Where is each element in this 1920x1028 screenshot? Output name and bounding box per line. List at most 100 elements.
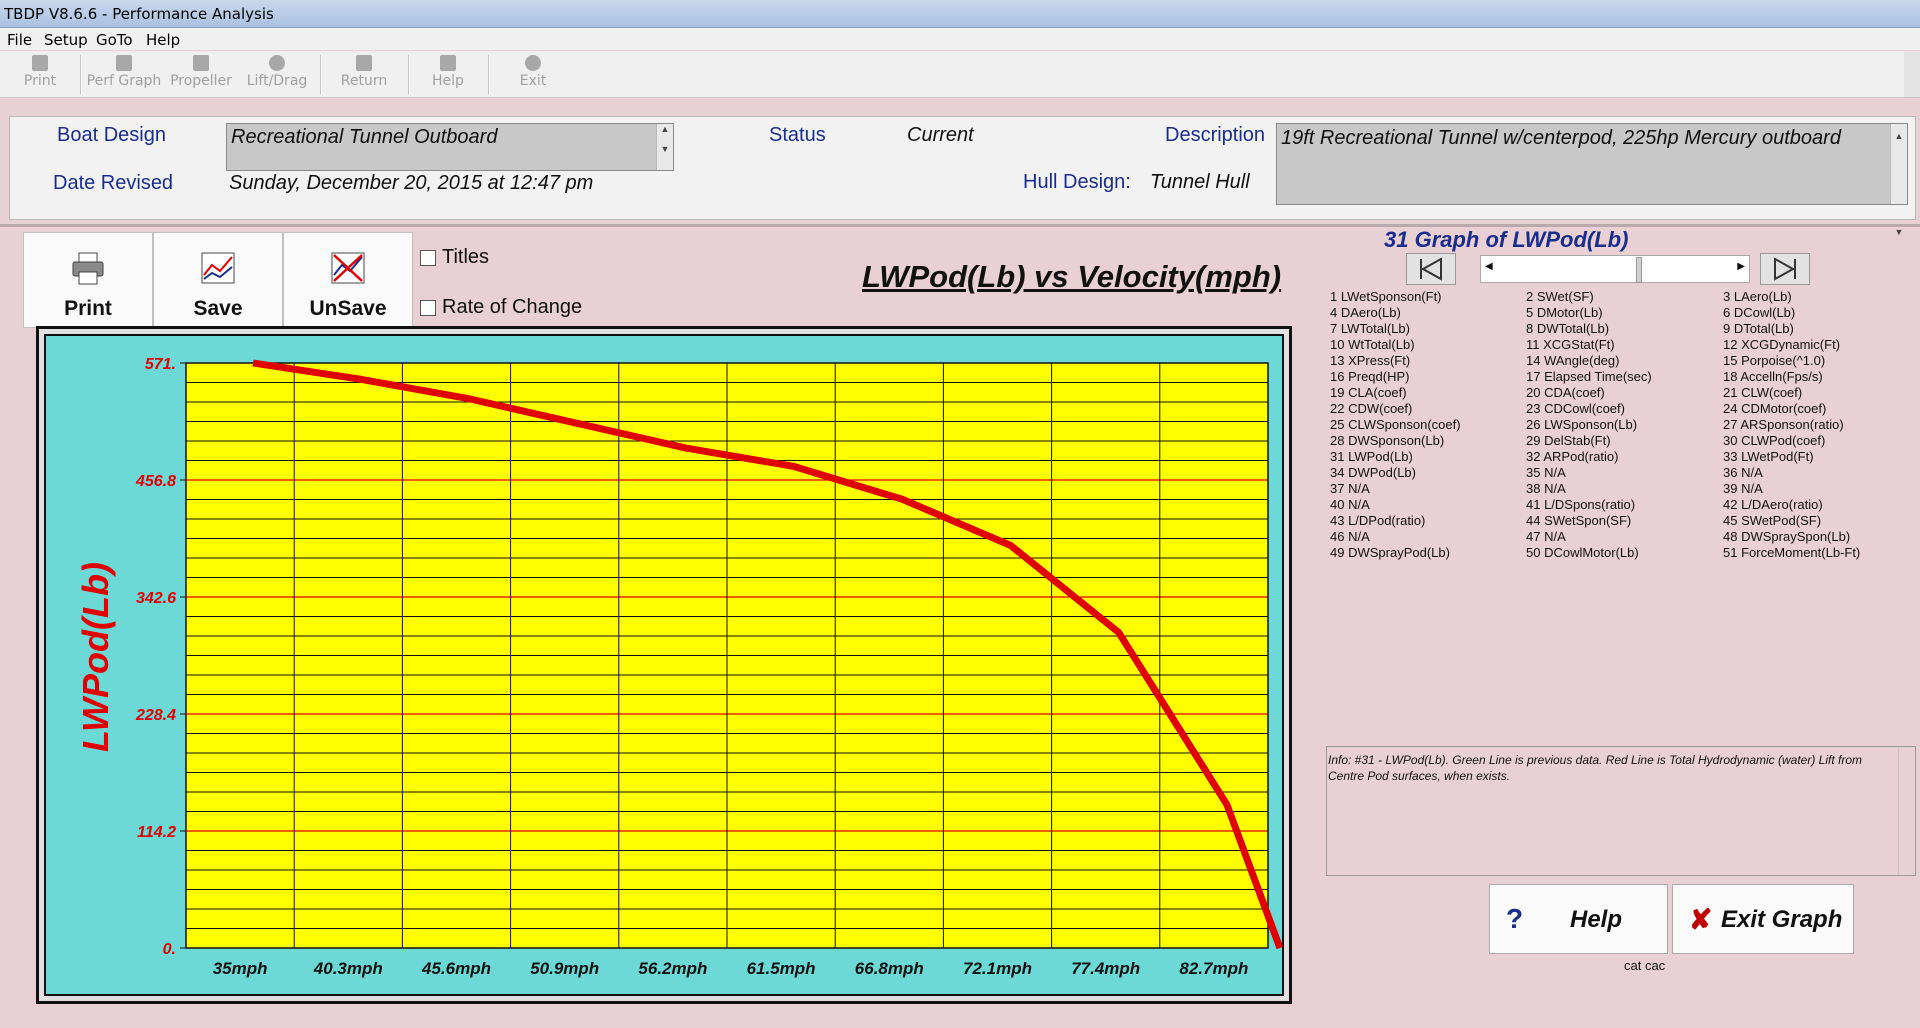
- toolbar-liftdrag-label: Lift/Drag: [246, 73, 308, 89]
- save-chart-icon: [201, 252, 235, 284]
- toolbar-exit-label: Exit: [519, 73, 547, 89]
- graph-list-item[interactable]: 30 CLWPod(coef): [1723, 433, 1825, 448]
- graph-list-item[interactable]: 8 DWTotal(Lb): [1526, 321, 1609, 336]
- graph-list-item[interactable]: 16 Preqd(HP): [1330, 369, 1409, 384]
- window-scrollbar[interactable]: [1904, 51, 1920, 97]
- graph-list-item[interactable]: 24 CDMotor(coef): [1723, 401, 1826, 416]
- graph-list-item[interactable]: 42 L/DAero(ratio): [1723, 497, 1823, 512]
- graph-list-item[interactable]: 7 LWTotal(Lb): [1330, 321, 1410, 336]
- titles-checkbox[interactable]: [420, 250, 436, 266]
- graph-list-item[interactable]: 45 SWetPod(SF): [1723, 513, 1821, 528]
- graph-list-item[interactable]: 40 N/A: [1330, 497, 1370, 512]
- graph-save-label: Save: [193, 297, 243, 320]
- exit-icon: [525, 55, 541, 71]
- toolbar-exit-button[interactable]: Exit: [508, 53, 558, 95]
- graph-list-item[interactable]: 28 DWSponson(Lb): [1330, 433, 1444, 448]
- graph-list-item[interactable]: 38 N/A: [1526, 481, 1566, 496]
- graph-list-item[interactable]: 11 XCGStat(Ft): [1526, 337, 1615, 352]
- hull-design-label: Hull Design:: [1023, 171, 1131, 193]
- graph-list-item[interactable]: 25 CLWSponson(coef): [1330, 417, 1461, 432]
- chart-frame: 571. 456.8 342.6 228.4 114.2 0. 35mph 40.3mph 4…: [36, 326, 1292, 1004]
- menu-file[interactable]: File: [7, 31, 32, 49]
- toolbar-print-button[interactable]: Print: [18, 53, 62, 95]
- window-title: TBDP V8.6.6 - Performance Analysis: [4, 5, 274, 23]
- slider-right-arrow[interactable]: ▶: [1737, 261, 1745, 272]
- graph-list-item[interactable]: 21 CLW(coef): [1723, 385, 1802, 400]
- graph-list-item[interactable]: 37 N/A: [1330, 481, 1370, 496]
- menu-goto[interactable]: GoTo: [96, 31, 133, 49]
- graph-list-item[interactable]: 46 N/A: [1330, 529, 1370, 544]
- graph-list-item[interactable]: 34 DWPod(Lb): [1330, 465, 1416, 480]
- toolbar-separator: [488, 55, 490, 95]
- graph-slider[interactable]: ◀ ▶: [1480, 255, 1750, 283]
- graph-list-item[interactable]: 48 DWSpraySpon(Lb): [1723, 529, 1850, 544]
- graph-unsave-label: UnSave: [309, 297, 387, 320]
- graph-list-item[interactable]: 39 N/A: [1723, 481, 1763, 496]
- graph-print-button[interactable]: Print: [23, 232, 153, 328]
- menu-help[interactable]: Help: [146, 31, 180, 49]
- graph-list-item[interactable]: 29 DelStab(Ft): [1526, 433, 1611, 448]
- toolbar-perf-graph-button[interactable]: Perf Graph: [86, 53, 162, 95]
- toolbar-return-label: Return: [340, 73, 388, 89]
- graph-list-item[interactable]: 12 XCGDynamic(Ft): [1723, 337, 1840, 352]
- graph-list-item[interactable]: 36 N/A: [1723, 465, 1763, 480]
- graph-list-item[interactable]: 43 L/DPod(ratio): [1330, 513, 1425, 528]
- graph-list-item[interactable]: 23 CDCowl(coef): [1526, 401, 1625, 416]
- graph-list-item[interactable]: 44 SWetSpon(SF): [1526, 513, 1631, 528]
- toolbar-return-button[interactable]: Return: [336, 53, 392, 95]
- graph-list-item[interactable]: 32 ARPod(ratio): [1526, 449, 1619, 464]
- graph-list-item[interactable]: 19 CLA(coef): [1330, 385, 1407, 400]
- description-field[interactable]: 19ft Recreational Tunnel w/centerpod, 22…: [1276, 123, 1908, 237]
- graph-list-item[interactable]: 31 LWPod(Lb): [1330, 449, 1413, 464]
- boat-design-value: Recreational Tunnel Outboard: [231, 126, 498, 148]
- boat-design-scrollbar[interactable]: ▲ ▼: [656, 124, 673, 170]
- graph-list-item[interactable]: 2 SWet(SF): [1526, 289, 1594, 304]
- graph-save-button[interactable]: Save: [153, 232, 283, 328]
- toolbar-help-button[interactable]: Help: [424, 53, 472, 95]
- last-icon: [1774, 257, 1796, 281]
- toolbar-propeller-label: Propeller: [170, 73, 232, 89]
- toolbar-liftdrag-button[interactable]: Lift/Drag: [244, 53, 310, 95]
- graph-list-item[interactable]: 50 DCowlMotor(Lb): [1526, 545, 1639, 560]
- graph-unsave-button[interactable]: UnSave: [283, 232, 413, 328]
- graph-list-item[interactable]: 18 Accelln(Fps/s): [1723, 369, 1823, 384]
- graph-list-item[interactable]: 49 DWSprayPod(Lb): [1330, 545, 1450, 560]
- graph-list-item[interactable]: 15 Porpoise(^1.0): [1723, 353, 1825, 368]
- slider-thumb[interactable]: [1636, 257, 1642, 283]
- graph-list-item[interactable]: 17 Elapsed Time(sec): [1526, 369, 1652, 384]
- graph-list-item[interactable]: 9 DTotal(Lb): [1723, 321, 1794, 336]
- graph-list-item[interactable]: 51 ForceMoment(Lb-Ft): [1723, 545, 1860, 560]
- toolbar-propeller-button[interactable]: Propeller: [168, 53, 234, 95]
- y-tick-label: 456.8: [135, 473, 176, 490]
- y-tick-label: 228.4: [135, 707, 176, 724]
- graph-list-item[interactable]: 5 DMotor(Lb): [1526, 305, 1603, 320]
- last-graph-button[interactable]: [1760, 253, 1810, 285]
- info-scrollbar[interactable]: [1898, 747, 1915, 875]
- graph-list-item[interactable]: 1 LWetSponson(Ft): [1330, 289, 1442, 304]
- x-tick-label: 40.3mph: [313, 959, 383, 978]
- graph-icon: [116, 55, 132, 71]
- slider-left-arrow[interactable]: ◀: [1485, 261, 1493, 272]
- graph-list-item[interactable]: 22 CDW(coef): [1330, 401, 1412, 416]
- graph-list-item[interactable]: 35 N/A: [1526, 465, 1566, 480]
- graph-list-item[interactable]: 41 L/DSpons(ratio): [1526, 497, 1635, 512]
- graph-list-item[interactable]: 4 DAero(Lb): [1330, 305, 1401, 320]
- graph-list-item[interactable]: 27 ARSponson(ratio): [1723, 417, 1844, 432]
- graph-list-item[interactable]: 6 DCowl(Lb): [1723, 305, 1795, 320]
- boat-design-field[interactable]: Recreational Tunnel Outboard ▲ ▼: [226, 123, 674, 171]
- exit-graph-button[interactable]: ✘ Exit Graph: [1672, 884, 1854, 954]
- description-scrollbar[interactable]: ▲ ▼: [1890, 124, 1907, 237]
- graph-list-item[interactable]: 47 N/A: [1526, 529, 1566, 544]
- rate-of-change-checkbox[interactable]: [420, 300, 436, 316]
- first-graph-button[interactable]: [1406, 253, 1456, 285]
- graph-list-item[interactable]: 20 CDA(coef): [1526, 385, 1605, 400]
- x-tick-label: 45.6mph: [421, 959, 491, 978]
- menu-setup[interactable]: Setup: [44, 31, 88, 49]
- graph-list-item[interactable]: 3 LAero(Lb): [1723, 289, 1792, 304]
- help-button[interactable]: ? Help: [1489, 884, 1668, 954]
- graph-list-item[interactable]: 13 XPress(Ft): [1330, 353, 1410, 368]
- graph-list-item[interactable]: 26 LWSponson(Lb): [1526, 417, 1637, 432]
- graph-list-item[interactable]: 14 WAngle(deg): [1526, 353, 1619, 368]
- graph-list-item[interactable]: 10 WtTotal(Lb): [1330, 337, 1415, 352]
- graph-list-item[interactable]: 33 LWetPod(Ft): [1723, 449, 1814, 464]
